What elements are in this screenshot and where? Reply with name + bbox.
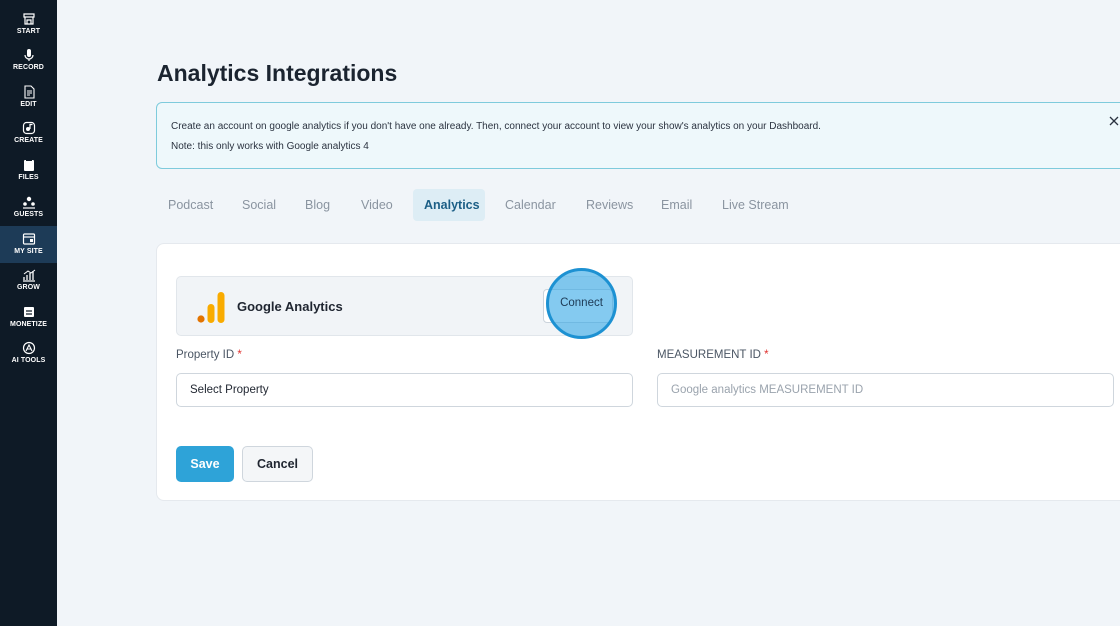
store-icon <box>22 12 36 26</box>
sidebar-label-guests: GUESTS <box>13 211 44 218</box>
sidebar-item-create[interactable]: CREATE <box>0 118 57 152</box>
sidebar-label-ai-tools: AI TOOLS <box>11 357 46 364</box>
sidebar-label-grow: GROW <box>17 284 40 291</box>
info-text: Create an account on google analytics if… <box>171 121 821 132</box>
sidebar-item-record[interactable]: RECORD <box>0 45 57 79</box>
sidebar-item-edit[interactable]: EDIT <box>0 82 57 116</box>
sidebar-item-grow[interactable]: GROW <box>0 265 57 299</box>
cancel-button[interactable]: Cancel <box>242 446 313 482</box>
tab-reviews[interactable]: Reviews <box>575 189 644 221</box>
integration-name: Google Analytics <box>237 299 343 314</box>
files-icon <box>22 158 36 172</box>
required-mark: * <box>237 349 242 361</box>
ai-tools-icon <box>22 341 36 355</box>
sidebar-item-start[interactable]: START <box>0 9 57 43</box>
sidebar-item-guests[interactable]: GUESTS <box>0 192 57 226</box>
sidebar-label-edit: EDIT <box>20 101 37 108</box>
tab-email[interactable]: Email <box>650 189 703 221</box>
sidebar-label-record: RECORD <box>13 64 44 71</box>
sidebar-label-my-site: MY SITE <box>14 248 43 255</box>
website-icon <box>22 232 36 246</box>
sidebar-label-monetize: MONETIZE <box>10 321 47 328</box>
measurement-id-input[interactable] <box>657 373 1114 407</box>
sidebar-label-create: CREATE <box>14 137 43 144</box>
edit-file-icon <box>22 85 36 99</box>
tab-podcast[interactable]: Podcast <box>157 189 224 221</box>
sidebar-item-ai-tools[interactable]: AI TOOLS <box>0 338 57 372</box>
tab-analytics[interactable]: Analytics <box>413 189 485 221</box>
info-banner: Create an account on google analytics if… <box>156 102 1120 169</box>
sidebar-label-files: FILES <box>18 174 39 181</box>
tab-calendar[interactable]: Calendar <box>494 189 567 221</box>
connect-button[interactable] <box>543 289 613 323</box>
google-analytics-icon <box>197 292 225 323</box>
measurement-id-label-text: MEASUREMENT ID <box>657 349 761 361</box>
tab-social[interactable]: Social <box>231 189 287 221</box>
info-note: Note: this only works with Google analyt… <box>171 141 369 152</box>
microphone-icon <box>22 48 36 62</box>
property-select[interactable]: Select Property <box>176 373 633 407</box>
page-title: Analytics Integrations <box>157 60 398 86</box>
monetize-icon <box>22 305 36 319</box>
close-icon[interactable] <box>1108 114 1120 126</box>
sidebar-item-files[interactable]: FILES <box>0 155 57 189</box>
sidebar-label-start: START <box>16 28 41 35</box>
guests-icon <box>22 195 36 209</box>
google-analytics-row: Google Analytics <box>176 276 633 336</box>
sidebar: START RECORD EDIT CREATE FILES GUESTS MY… <box>0 0 57 626</box>
tab-blog[interactable]: Blog <box>294 189 341 221</box>
sidebar-item-monetize[interactable]: MONETIZE <box>0 302 57 336</box>
sidebar-item-my-site[interactable]: MY SITE <box>0 226 57 263</box>
growth-chart-icon <box>22 268 36 282</box>
tab-video[interactable]: Video <box>350 189 404 221</box>
property-id-label-text: Property ID <box>176 349 235 361</box>
measurement-id-label: MEASUREMENT ID * <box>657 349 769 361</box>
required-mark: * <box>764 349 769 361</box>
property-id-label: Property ID * <box>176 349 242 361</box>
create-icon <box>22 121 36 135</box>
tab-live-stream[interactable]: Live Stream <box>711 189 800 221</box>
save-button[interactable]: Save <box>176 446 234 482</box>
